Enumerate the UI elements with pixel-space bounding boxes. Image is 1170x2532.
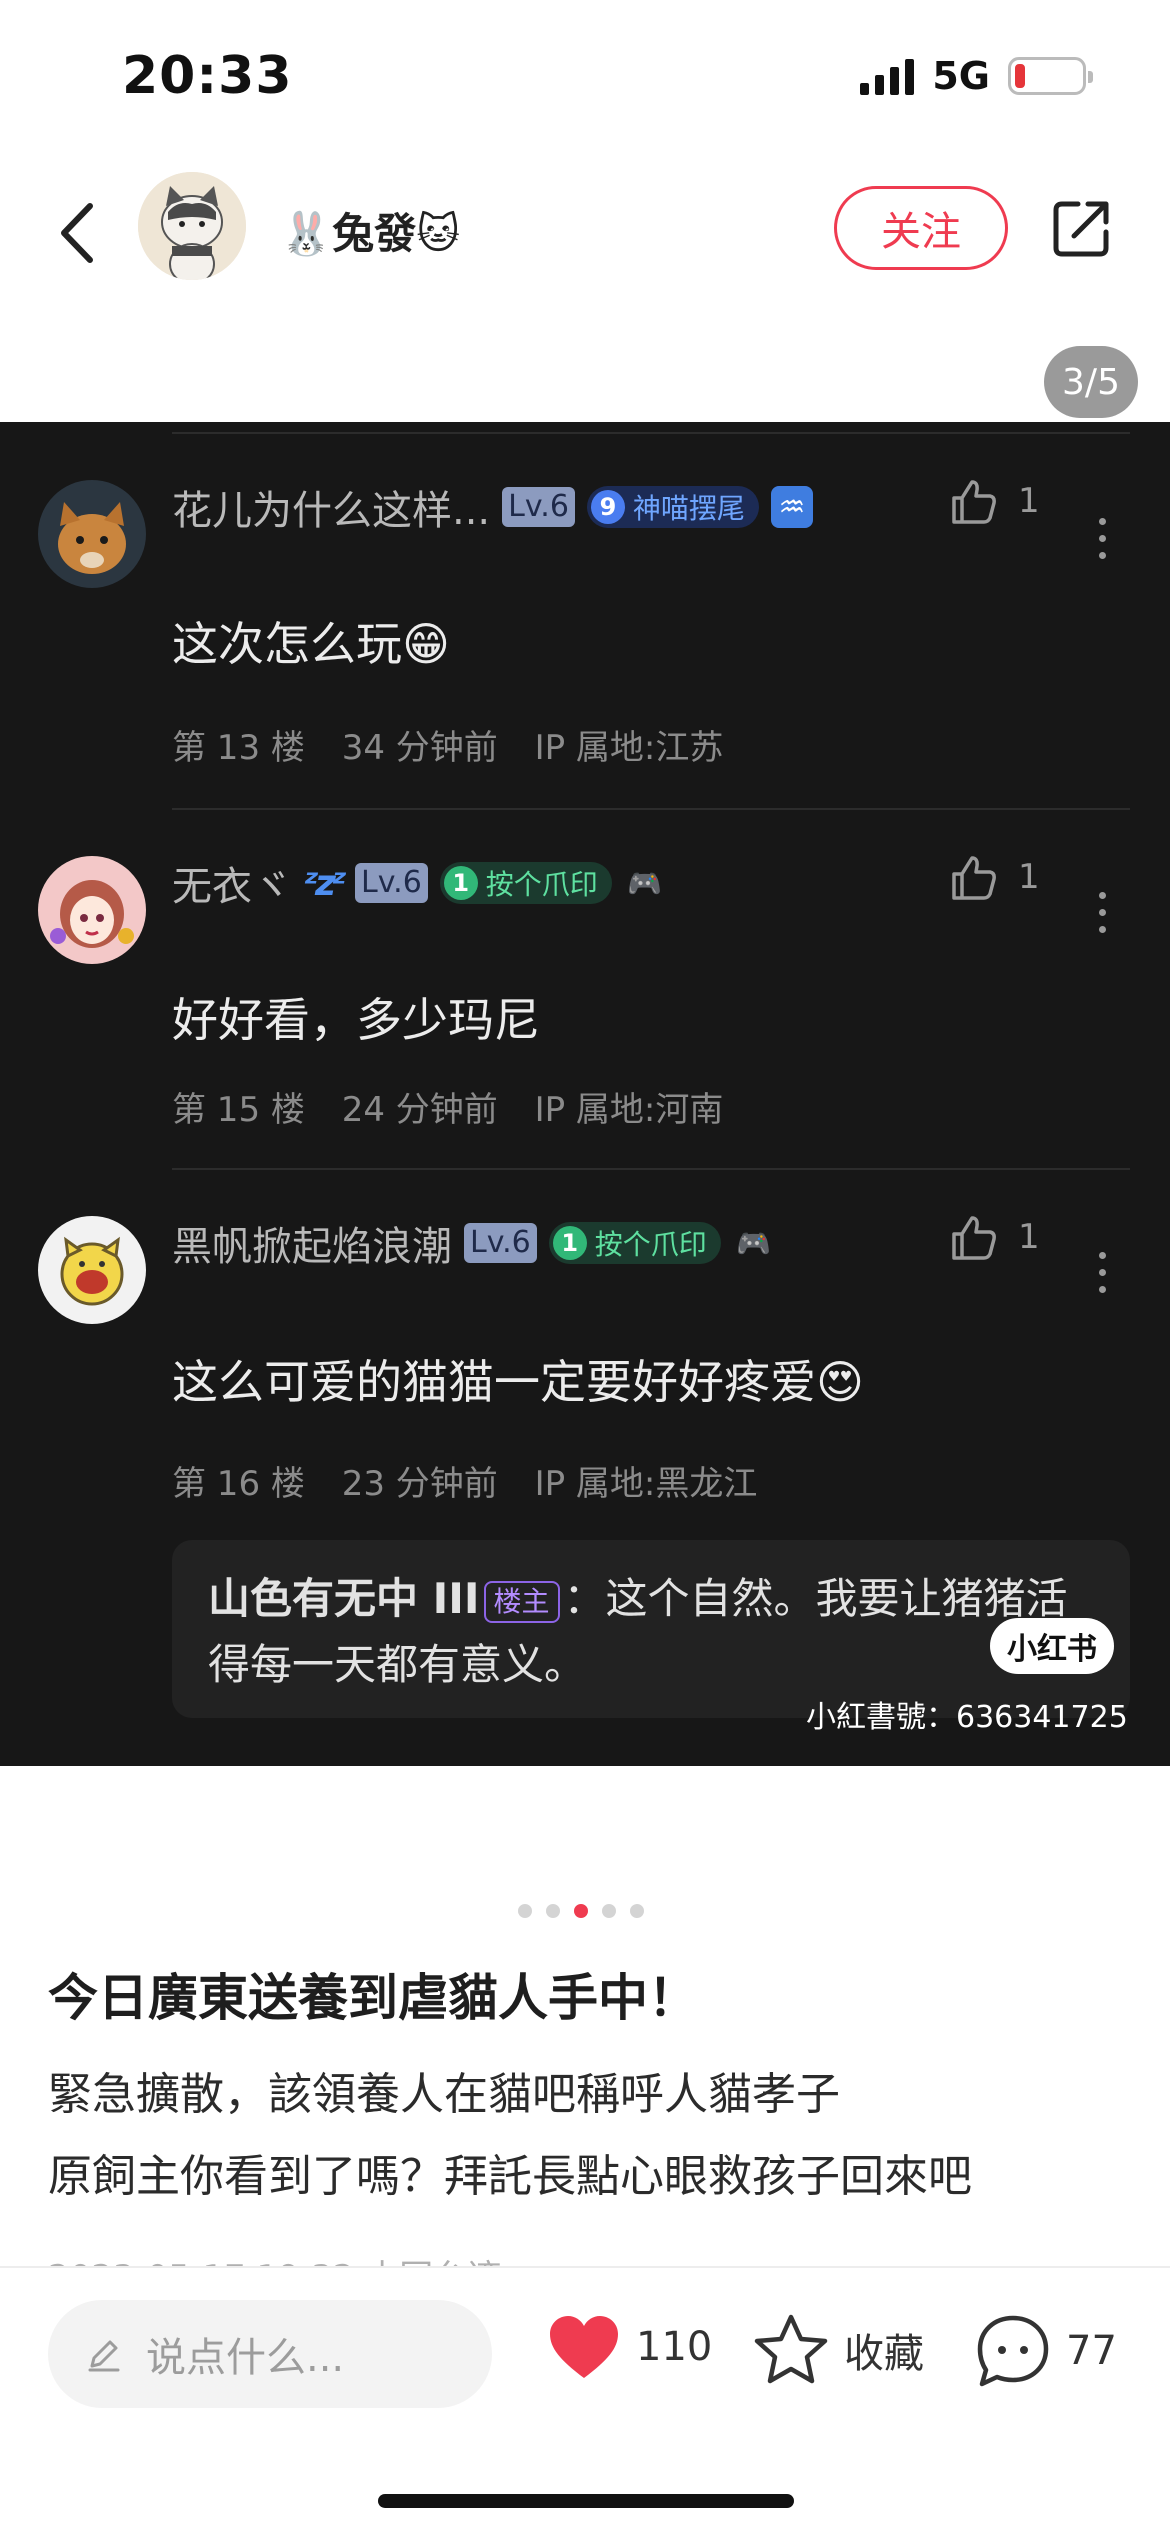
- carousel-dots: [518, 1904, 644, 1918]
- commenter-name[interactable]: 花儿为什么这样...: [172, 478, 490, 536]
- battery-level: [1015, 64, 1025, 88]
- fan-badge-label: 神喵摆尾: [632, 492, 745, 525]
- status-time: 20:33: [122, 46, 293, 106]
- comment-like[interactable]: 1: [948, 852, 1040, 902]
- thumb-up-icon: [952, 1216, 996, 1260]
- fan-badge-number: 1: [443, 866, 478, 900]
- comment-like[interactable]: 1: [948, 476, 1040, 526]
- comment-input[interactable]: 说点什么...: [48, 2300, 492, 2408]
- divider: [172, 808, 1130, 810]
- commenter-avatar: [38, 480, 146, 588]
- divider: [172, 432, 1130, 434]
- reply-author: 山色有无中 III: [208, 1574, 480, 1623]
- comment-ip: IP 属地:河南: [534, 1090, 724, 1130]
- pencil-icon: [88, 2340, 120, 2372]
- post-title: 今日廣東送養到虐貓人手中！: [48, 1969, 698, 2027]
- comment-meta: 第 15 楼 24 分钟前 IP 属地:河南: [172, 1082, 749, 1131]
- post-body-line: 原飼主你看到了嗎？拜託長點心眼救孩子回來吧: [48, 2151, 972, 2202]
- fan-badge: 9 神喵摆尾: [586, 486, 759, 528]
- comment-floor: 第 16 楼: [172, 1464, 305, 1504]
- comment-header: 黑帆掀起焰浪潮 Lv.6 1 按个爪印 🎮: [172, 1214, 775, 1272]
- commenter-avatar: [38, 856, 146, 964]
- star-icon: [754, 2314, 828, 2384]
- comment-meta: 第 16 楼 23 分钟前 IP 属地:黑龙江: [172, 1456, 783, 1505]
- comment-meta: 第 13 楼 34 分钟前 IP 属地:江苏: [172, 720, 749, 769]
- signal-icon: [860, 57, 915, 95]
- back-icon[interactable]: [50, 198, 110, 268]
- comment-like-count: 1: [1018, 481, 1040, 521]
- network-type: 5G: [932, 54, 990, 98]
- gamepad-icon: 🎮: [627, 866, 663, 900]
- fan-badge: 1 按个爪印: [439, 862, 612, 904]
- gamepad-icon: 🎮: [736, 1226, 772, 1260]
- note-header: 🐰兔發🐱 关注: [0, 160, 1170, 300]
- image-counter: 3/5: [1044, 346, 1138, 418]
- status-icons: 5G: [860, 54, 1093, 98]
- fan-badge-label: 按个爪印: [485, 868, 598, 901]
- like-button[interactable]: 110: [546, 2312, 712, 2382]
- like-count: 110: [636, 2324, 713, 2370]
- comment-input-placeholder: 说点什么...: [146, 2335, 345, 2381]
- author-name[interactable]: 🐰兔發🐱: [280, 200, 460, 261]
- sleep-icon: ᶻzᶻ: [304, 862, 347, 904]
- comment-time: 24 分钟前: [341, 1090, 498, 1130]
- fan-badge: 1 按个爪印: [548, 1222, 721, 1264]
- carousel-dot: [546, 1904, 560, 1918]
- comment-like-count: 1: [1018, 857, 1040, 897]
- more-icon[interactable]: [1092, 892, 1112, 943]
- follow-button[interactable]: 关注: [834, 186, 1008, 270]
- more-icon[interactable]: [1092, 1252, 1112, 1303]
- collect-label: 收藏: [844, 2331, 924, 2377]
- aquarius-icon: ♒: [770, 486, 813, 528]
- xiaohongshu-logo: 小红书: [990, 1618, 1114, 1674]
- battery-icon: [1008, 57, 1093, 95]
- level-badge: Lv.6: [502, 487, 575, 527]
- carousel-dot: [602, 1904, 616, 1918]
- reply-content: 山色有无中 III 楼主 ：这个自然。我要让猪猪活得每一天都有意义。: [208, 1566, 1088, 1698]
- bottom-action-bar: 说点什么... 110 收藏 77: [0, 2266, 1170, 2532]
- comment-time: 23 分钟前: [341, 1464, 498, 1504]
- level-badge: Lv.6: [464, 1223, 537, 1263]
- more-icon[interactable]: [1092, 518, 1112, 569]
- comment-like[interactable]: 1: [948, 1212, 1040, 1262]
- level-badge: Lv.6: [355, 863, 428, 903]
- commenter-name[interactable]: 黑帆掀起焰浪潮: [172, 1214, 452, 1272]
- post-body-line: 緊急擴散，該領養人在貓吧稱呼人貓孝子: [48, 2069, 840, 2120]
- status-bar: 20:33 5G: [0, 0, 1170, 150]
- home-indicator[interactable]: [378, 2494, 794, 2508]
- share-icon[interactable]: [1048, 196, 1114, 262]
- heart-icon: [550, 2316, 618, 2378]
- commenter-name[interactable]: 无衣ヾ: [172, 854, 292, 912]
- comment-header: 无衣ヾ ᶻzᶻ Lv.6 1 按个爪印 🎮: [172, 854, 666, 912]
- watermark-id: 小紅書號：636341725: [806, 1700, 1128, 1735]
- comment-header: 花儿为什么这样... Lv.6 9 神喵摆尾 ♒: [172, 478, 813, 536]
- carousel-dot-active: [574, 1904, 588, 1918]
- author-avatar[interactable]: [138, 172, 246, 280]
- comment-like-count: 1: [1018, 1217, 1040, 1257]
- fan-badge-number: 9: [590, 490, 625, 524]
- commenter-avatar: [38, 1216, 146, 1324]
- collect-button[interactable]: 收藏: [752, 2312, 924, 2388]
- comment-button[interactable]: 77: [974, 2312, 1117, 2390]
- carousel-dot: [518, 1904, 532, 1918]
- comment-floor: 第 13 楼: [172, 728, 305, 768]
- carousel-dot: [630, 1904, 644, 1918]
- owner-tag: 楼主: [483, 1580, 560, 1623]
- comment-text: 好好看，多少玛尼: [172, 993, 540, 1047]
- comment-text: 这么可爱的猫猫一定要好好疼爱😍: [172, 1355, 864, 1409]
- note-image[interactable]: 花儿为什么这样... Lv.6 9 神喵摆尾 ♒ 1 这次怎么玩😁 第 13 楼…: [0, 422, 1170, 1766]
- fan-badge-number: 1: [552, 1226, 587, 1260]
- comment-text: 这次怎么玩😁: [172, 617, 450, 671]
- divider: [172, 1168, 1130, 1170]
- thumb-up-icon: [952, 480, 996, 524]
- comment-ip: IP 属地:黑龙江: [534, 1464, 758, 1504]
- comment-ip: IP 属地:江苏: [534, 728, 724, 768]
- comment-count: 77: [1066, 2328, 1117, 2374]
- post-body: 緊急擴散，該領養人在貓吧稱呼人貓孝子 原飼主你看到了嗎？拜託長點心眼救孩子回來吧: [48, 2054, 972, 2218]
- comment-floor: 第 15 楼: [172, 1090, 305, 1130]
- fan-badge-label: 按个爪印: [594, 1228, 707, 1261]
- thumb-up-icon: [952, 856, 996, 900]
- comment-time: 34 分钟前: [341, 728, 498, 768]
- comment-bubble-icon: [977, 2315, 1049, 2387]
